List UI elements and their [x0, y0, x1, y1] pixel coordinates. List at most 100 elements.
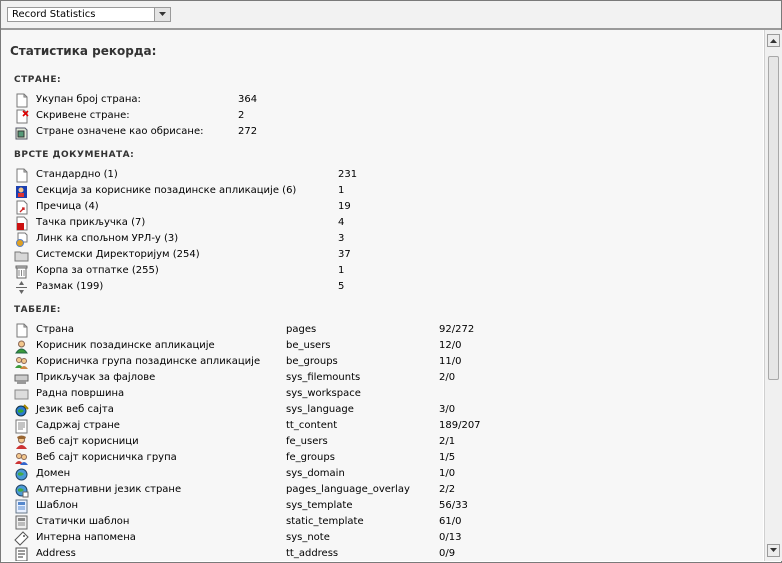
content-icon — [15, 419, 28, 434]
doktype-row: Тачка прикључка (7) 4 — [14, 216, 754, 231]
table-name: sys_note — [286, 532, 330, 543]
doktype-count: 231 — [338, 169, 358, 180]
folder-icon — [14, 251, 29, 262]
table-count: 12/0 — [439, 340, 462, 351]
table-count: 3/0 — [439, 404, 456, 415]
pages-stat-label: Скривене стране: — [36, 110, 130, 121]
table-label: Корисничка група позадинске апликације — [36, 356, 261, 367]
table-row: Страна pages 92/272 — [14, 323, 754, 338]
template-icon — [15, 499, 28, 514]
pages-stat-label: Укупан број страна: — [36, 94, 141, 105]
user-icon — [15, 340, 28, 354]
pages-stat-value: 364 — [238, 94, 258, 105]
doktype-label: Корпа за отпатке (255) — [36, 265, 159, 276]
group-icon — [15, 357, 28, 369]
table-label: Домен — [36, 468, 71, 479]
address-icon — [15, 547, 28, 561]
doktype-count: 1 — [338, 185, 345, 196]
section-tables-heading: ТАБЕЛЕ: — [14, 305, 61, 315]
table-count: 11/0 — [439, 356, 462, 367]
doktype-label: Стандардно (1) — [36, 169, 118, 180]
scroll-up-icon[interactable] — [767, 34, 780, 47]
table-name: sys_workspace — [286, 388, 361, 399]
table-name: sys_filemounts — [286, 372, 361, 383]
table-row: Интерна напомена sys_note 0/13 — [14, 531, 754, 546]
filemount-icon — [14, 374, 29, 384]
pages-stat-row: Скривене стране: 2 — [14, 109, 754, 124]
table-name: pages_language_overlay — [286, 484, 410, 495]
table-count: 56/33 — [439, 500, 468, 511]
language-overlay-icon — [15, 484, 29, 498]
shortcut-icon — [16, 200, 28, 215]
table-name: be_groups — [286, 356, 338, 367]
vertical-scrollbar[interactable] — [764, 30, 782, 561]
table-label: Страна — [36, 324, 74, 335]
table-row: Садржај стране tt_content 189/207 — [14, 419, 754, 434]
doktype-row: Системски Директоријум (254) 37 — [14, 248, 754, 263]
pages-stat-row: Стране означене као обрисане: 272 — [14, 125, 754, 140]
hidden-page-icon — [16, 109, 29, 124]
scrollbar-thumb[interactable] — [768, 56, 779, 380]
table-row: Радна површина sys_workspace — [14, 387, 754, 402]
table-row: Веб сајт корисничка група fe_groups 1/5 — [14, 451, 754, 466]
fe-group-icon — [15, 453, 28, 465]
table-label: Прикључак за фајлове — [36, 372, 156, 383]
doktype-count: 1 — [338, 265, 345, 276]
table-row: Шаблон sys_template 56/33 — [14, 499, 754, 514]
table-name: sys_template — [286, 500, 353, 511]
table-name: tt_address — [286, 548, 339, 559]
function-select-value: Record Statistics — [12, 9, 96, 20]
table-count: 0/13 — [439, 532, 462, 543]
note-icon — [14, 531, 29, 546]
table-label: Језик веб сајта — [36, 404, 114, 415]
doktype-row: Пречица (4) 19 — [14, 200, 754, 215]
doktype-label: Линк ка спољном УРЛ-у (3) — [36, 233, 179, 244]
table-label: Садржај стране — [36, 420, 120, 431]
table-count: 0/9 — [439, 548, 456, 559]
table-name: be_users — [286, 340, 331, 351]
scroll-down-icon[interactable] — [767, 544, 780, 557]
doktype-count: 37 — [338, 249, 351, 260]
language-icon — [15, 404, 29, 417]
table-name: sys_language — [286, 404, 354, 415]
page-title: Статистика рекорда: — [10, 44, 157, 58]
pages-stat-value: 2 — [238, 110, 245, 121]
pages-stat-label: Стране означене као обрисане: — [36, 126, 204, 137]
table-name: fe_users — [286, 436, 328, 447]
function-select[interactable]: Record Statistics — [7, 7, 171, 22]
doktype-row: Стандардно (1) 231 — [14, 168, 754, 183]
table-label: Статички шаблон — [36, 516, 130, 527]
doktype-count: 5 — [338, 281, 345, 292]
doktype-label: Системски Директоријум (254) — [36, 249, 200, 260]
table-row: Address tt_address 0/9 — [14, 547, 754, 561]
pages-stat-value: 272 — [238, 126, 258, 137]
pages-stat-row: Укупан број страна: 364 — [14, 93, 754, 108]
doktype-row: Линк ка спољном УРЛ-у (3) 3 — [14, 232, 754, 247]
page-icon — [16, 93, 28, 108]
table-row: Корисничка група позадинске апликације be… — [14, 355, 754, 370]
doktype-label: Размак (199) — [36, 281, 104, 292]
function-menu-bar: Record Statistics — [1, 1, 781, 30]
page-icon — [16, 323, 28, 338]
table-name: pages — [286, 324, 317, 335]
doktype-row: Корпа за отпатке (255) 1 — [14, 264, 754, 279]
doktype-count: 19 — [338, 201, 351, 212]
fe-user-icon — [16, 435, 27, 449]
static-template-icon — [15, 515, 28, 530]
doktype-row: Размак (199) 5 — [14, 280, 754, 295]
table-name: sys_domain — [286, 468, 345, 479]
table-row: Језик веб сајта sys_language 3/0 — [14, 403, 754, 418]
spacer-icon — [16, 281, 27, 294]
workspace-icon — [14, 389, 29, 400]
recycler-icon — [15, 265, 28, 279]
table-row: Веб сајт корисници fe_users 2/1 — [14, 435, 754, 450]
domain-icon — [15, 468, 28, 481]
table-label: Address — [36, 548, 76, 559]
doktype-label: Тачка прикључка (7) — [36, 217, 146, 228]
chevron-down-icon[interactable] — [154, 8, 170, 21]
table-count: 1/5 — [439, 452, 456, 463]
doktype-count: 3 — [338, 233, 345, 244]
table-name: tt_content — [286, 420, 338, 431]
mountpoint-icon — [16, 216, 28, 231]
doktype-label: Пречица (4) — [36, 201, 99, 212]
